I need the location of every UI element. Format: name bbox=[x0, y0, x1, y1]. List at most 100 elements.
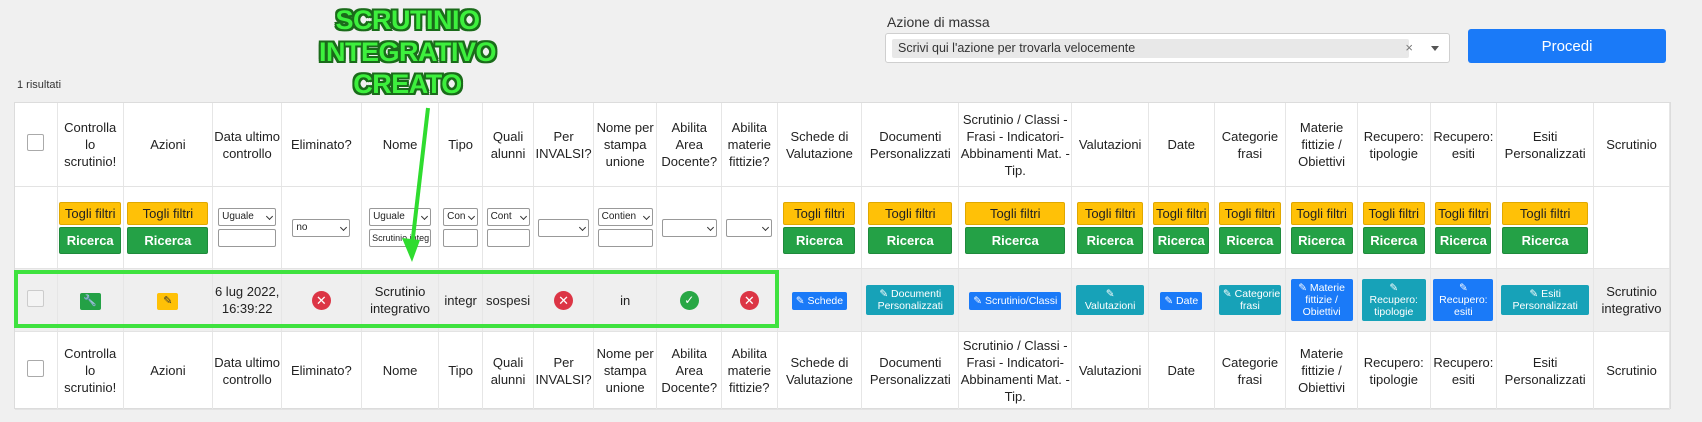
rec-tip-button[interactable]: ✎ Recupero: tipologie bbox=[1361, 279, 1426, 321]
materie-fitt-label: Materie fittizie / Obiettivi bbox=[1302, 282, 1345, 318]
header-data[interactable]: Data ultimo controllo bbox=[212, 103, 282, 187]
header-valutazioni[interactable]: Valutazioni bbox=[1071, 103, 1149, 187]
footer-materie-fitt: Materie fittizie / Obiettivi bbox=[1285, 331, 1358, 410]
remove-filters-button[interactable]: Togli filtri bbox=[965, 201, 1066, 225]
remove-filters-button[interactable]: Togli filtri bbox=[1502, 201, 1589, 225]
search-button[interactable]: Ricerca bbox=[1290, 226, 1353, 254]
header-select-all[interactable] bbox=[15, 103, 58, 187]
annotation-line: CREATO bbox=[353, 69, 462, 99]
annotation-text: SCRUTINIO INTEGRATIVO CREATO bbox=[295, 4, 520, 100]
search-button[interactable]: Ricerca bbox=[1435, 226, 1492, 254]
select-all-checkbox[interactable] bbox=[27, 134, 45, 151]
search-button[interactable]: Ricerca bbox=[1153, 226, 1210, 254]
nome-operator-select[interactable]: Uguale bbox=[369, 208, 432, 226]
link-icon: ✎ bbox=[1529, 288, 1542, 300]
header-materie[interactable]: Abilita materie fittizie? bbox=[721, 103, 778, 187]
header-area[interactable]: Abilita Area Docente? bbox=[656, 103, 723, 187]
tipo-operator-select[interactable]: Con bbox=[443, 208, 479, 226]
footer-invalsi: Per INVALSI? bbox=[533, 331, 594, 410]
footer-azioni: Azioni bbox=[123, 331, 214, 410]
header-invalsi[interactable]: Per INVALSI? bbox=[533, 103, 594, 187]
mass-action-search-text[interactable]: Scrivi qui l'azione per trovarla velocem… bbox=[892, 39, 1409, 58]
search-button[interactable]: Ricerca bbox=[1218, 226, 1281, 254]
header-eliminato[interactable]: Eliminato? bbox=[281, 103, 362, 187]
materie-fitt-button[interactable]: ✎ Materie fittizie / Obiettivi bbox=[1290, 279, 1353, 321]
area-filter-select[interactable] bbox=[661, 218, 717, 237]
search-button[interactable]: Ricerca bbox=[965, 226, 1066, 254]
quali-operator-select[interactable]: Cont bbox=[486, 208, 530, 226]
clear-icon[interactable]: × bbox=[1405, 40, 1413, 55]
remove-filters-button[interactable]: Togli filtri bbox=[1218, 201, 1281, 225]
select-all-checkbox-footer[interactable] bbox=[27, 360, 45, 377]
search-button[interactable]: Ricerca bbox=[1077, 226, 1144, 254]
header-date[interactable]: Date bbox=[1148, 103, 1215, 187]
materie-filter-select[interactable] bbox=[726, 218, 773, 237]
search-button[interactable]: Ricerca bbox=[127, 226, 209, 254]
remove-filters-button[interactable]: Togli filtri bbox=[127, 201, 209, 225]
header-nome-stampa[interactable]: Nome per stampa unione bbox=[593, 103, 658, 187]
date-button[interactable]: ✎ Date bbox=[1160, 291, 1203, 310]
nome-stampa-operator-select[interactable]: Contien bbox=[597, 208, 653, 226]
header-schede[interactable]: Schede di Valutazione bbox=[777, 103, 863, 187]
rec-esiti-button[interactable]: ✎ Recupero: esiti bbox=[1433, 279, 1494, 321]
nome-filter-input[interactable]: Scrutinio integ bbox=[369, 229, 432, 247]
footer-documenti: Documenti Personalizzati bbox=[861, 331, 960, 410]
remove-filters-button[interactable]: Togli filtri bbox=[783, 201, 856, 225]
header-nome[interactable]: Nome bbox=[361, 103, 440, 187]
header-tipo[interactable]: Tipo bbox=[438, 103, 483, 187]
header-rec-tip[interactable]: Recupero: tipologie bbox=[1357, 103, 1431, 187]
header-quali[interactable]: Quali alunni bbox=[482, 103, 535, 187]
link-icon: ✎ bbox=[1164, 294, 1177, 307]
date-label: Date bbox=[1176, 294, 1199, 307]
header-azioni[interactable]: Azioni bbox=[123, 103, 214, 187]
search-button[interactable]: Ricerca bbox=[1502, 226, 1589, 254]
header-controlla[interactable]: Controlla lo scrutinio! bbox=[57, 103, 124, 187]
header-classi[interactable]: Scrutinio / Classi - Frasi - Indicatori-… bbox=[958, 103, 1073, 187]
link-icon: ✎ bbox=[1222, 288, 1235, 300]
remove-filters-button[interactable]: Togli filtri bbox=[1290, 201, 1353, 225]
mass-action-select[interactable]: Scrivi qui l'azione per trovarla velocem… bbox=[885, 33, 1450, 63]
chevron-down-icon[interactable] bbox=[1431, 46, 1439, 51]
valutazioni-label: Valutazioni bbox=[1084, 300, 1136, 312]
data-operator-select[interactable]: Uguale bbox=[218, 208, 277, 226]
header-scrutinio[interactable]: Scrutinio bbox=[1593, 103, 1670, 187]
footer-area: Abilita Area Docente? bbox=[656, 331, 723, 410]
header-documenti[interactable]: Documenti Personalizzati bbox=[861, 103, 960, 187]
search-button[interactable]: Ricerca bbox=[783, 226, 856, 254]
link-icon: ✎ bbox=[1458, 282, 1468, 294]
annotation-line: INTEGRATIVO bbox=[318, 37, 497, 67]
categorie-button[interactable]: ✎ Categorie frasi bbox=[1218, 285, 1281, 315]
search-button[interactable]: Ricerca bbox=[59, 226, 122, 254]
remove-filters-button[interactable]: Togli filtri bbox=[1435, 201, 1492, 225]
esiti-label: Esiti Personalizzati bbox=[1512, 288, 1578, 312]
invalsi-filter-select[interactable] bbox=[538, 218, 590, 237]
link-icon: ✎ bbox=[879, 288, 892, 300]
esiti-button[interactable]: ✎ Esiti Personalizzati bbox=[1501, 285, 1590, 315]
search-button[interactable]: Ricerca bbox=[868, 226, 953, 254]
nome-stampa-filter-input[interactable] bbox=[597, 229, 653, 247]
schede-button[interactable]: ✎ Schede bbox=[791, 291, 848, 310]
header-categorie[interactable]: Categorie frasi bbox=[1214, 103, 1287, 187]
remove-filters-button[interactable]: Togli filtri bbox=[1362, 201, 1425, 225]
footer-controlla: Controlla lo scrutinio! bbox=[57, 331, 124, 410]
eliminato-filter-select[interactable]: no bbox=[292, 218, 351, 237]
quali-filter-input[interactable] bbox=[486, 229, 530, 247]
remove-filters-button[interactable]: Togli filtri bbox=[1077, 201, 1144, 225]
data-filter-input[interactable] bbox=[218, 229, 277, 247]
documenti-button[interactable]: ✎ Documenti Personalizzati bbox=[866, 285, 955, 315]
valutazioni-button[interactable]: ✎ Valutazioni bbox=[1076, 285, 1145, 315]
header-rec-esiti[interactable]: Recupero: esiti bbox=[1430, 103, 1498, 187]
tipo-filter-input[interactable] bbox=[443, 229, 479, 247]
classi-label: Scrutinio/Classi bbox=[984, 294, 1058, 307]
filter-row: Togli filtri Ricerca Togli filtri Ricerc… bbox=[15, 186, 1670, 269]
remove-filters-button[interactable]: Togli filtri bbox=[868, 201, 953, 225]
proceed-button[interactable]: Procedi bbox=[1468, 29, 1666, 63]
remove-filters-button[interactable]: Togli filtri bbox=[1153, 201, 1210, 225]
header-materie-fitt[interactable]: Materie fittizie / Obiettivi bbox=[1285, 103, 1358, 187]
remove-filters-button[interactable]: Togli filtri bbox=[59, 201, 122, 225]
header-esiti[interactable]: Esiti Personalizzati bbox=[1496, 103, 1595, 187]
link-icon: ✎ bbox=[973, 294, 985, 307]
search-button[interactable]: Ricerca bbox=[1362, 226, 1425, 254]
classi-button[interactable]: ✎ Scrutinio/Classi bbox=[969, 291, 1062, 310]
rec-tip-label: Recupero: tipologie bbox=[1369, 294, 1418, 318]
